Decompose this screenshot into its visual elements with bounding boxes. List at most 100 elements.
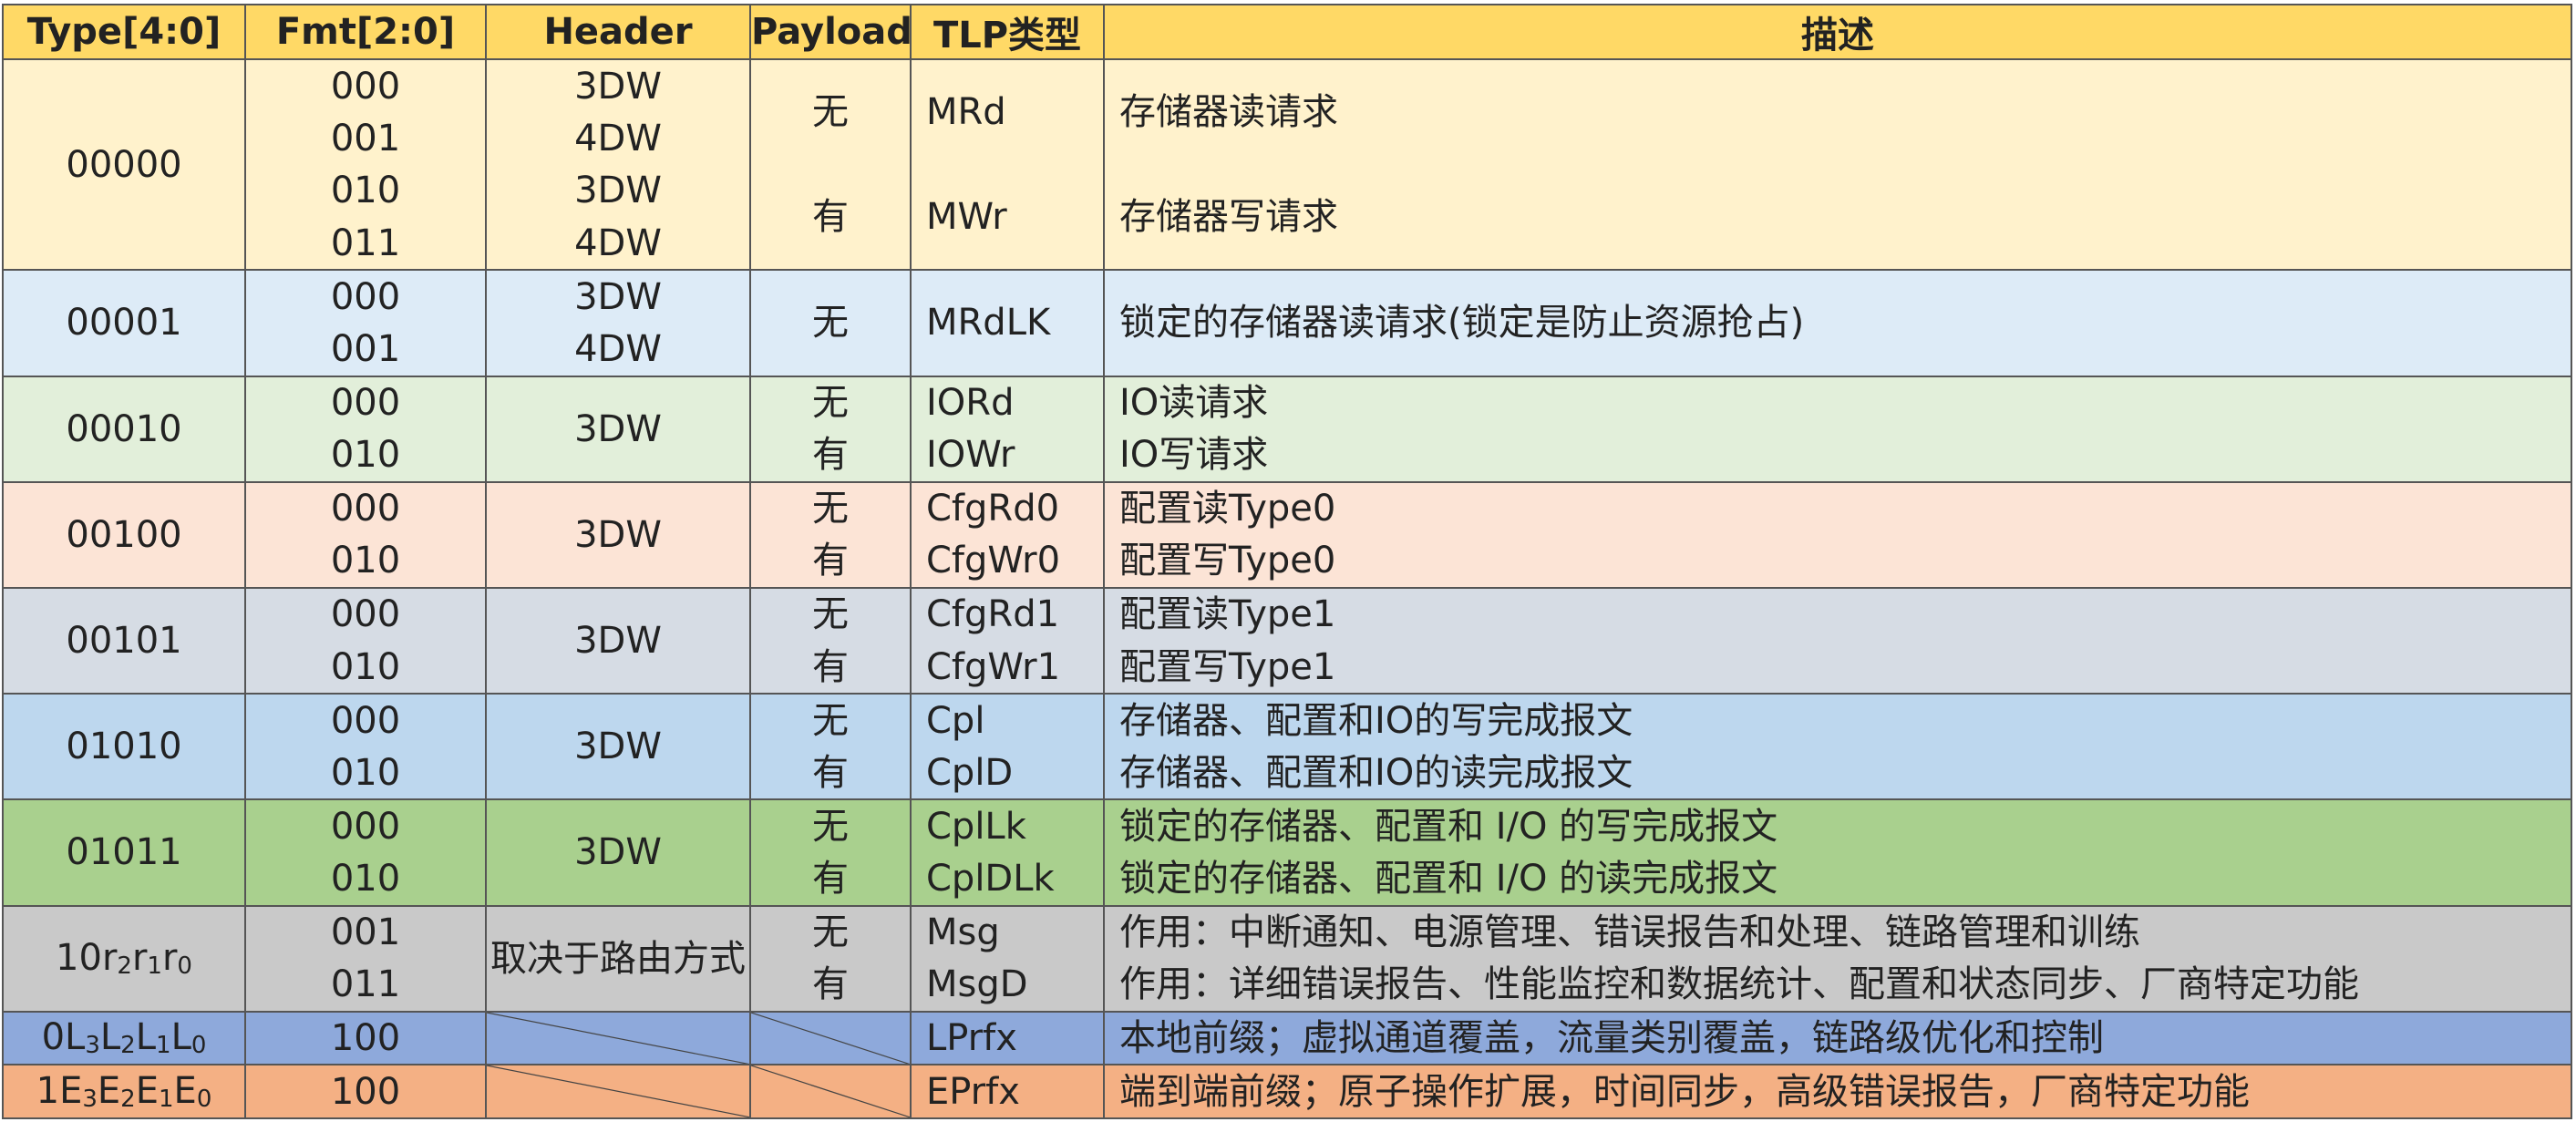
header-cell-stack: 3DW [488,590,748,692]
payload-cell-stack: 无 [752,272,909,374]
tlp-type-cell-line: MWr [926,196,1007,239]
header-cell-line: 3DW [574,65,662,108]
header-cell: 3DW [485,480,751,589]
table-row: 00000 000 001 010 011 3DW 4DW 3DW 4DW 无有 MRd MWr 存储器… [2,57,2572,272]
type-value: 00001 [66,302,182,345]
fmt-cell-line: 010 [330,170,401,212]
fmt-cell-line: 010 [330,645,401,688]
payload-cell-line: 无 [812,302,849,345]
type-cell: 1E3E2E1E0 [2,1064,246,1119]
fmt-cell-line: 000 [330,65,401,108]
payload-cell-stack: 无有 [752,61,909,268]
fmt-cell-stack: 000 010 [247,484,484,586]
tlp-type-cell-stack: MRdLK [926,272,1102,374]
description-cell-line: 配置写Type0 [1119,540,1336,582]
fmt-cell: 100 [244,1064,487,1119]
description-cell: 存储器、配置和IO的写完成报文 存储器、配置和IO的读完成报文 [1103,693,2572,801]
fmt-cell-stack: 000 010 [247,590,484,692]
header-cell-line: 3DW [574,275,662,318]
tlp-type-cell: MRd MWr [910,57,1105,272]
tlp-type-cell: IORd IOWr [910,375,1105,483]
type-value: 01011 [66,831,182,874]
payload-cell-diagonal [751,1065,910,1117]
table-row: 1E3E2E1E0 100 EPrfx 端到端前缀；原子操作扩展，时间同步，高级错误报… [2,1064,2572,1119]
type-cell: 00101 [2,586,246,695]
tlp-type-cell-line: IOWr [926,434,1015,477]
col-header-header: Header [485,4,751,60]
description-cell: 锁定的存储器、配置和 I/O 的写完成报文 锁定的存储器、配置和 I/O 的读完成… [1103,798,2572,907]
type-part: r [101,936,118,979]
header-cell-stack: 3DW [488,801,748,903]
header-cell: 3DW [485,375,751,483]
payload-cell-line: 有 [812,434,849,477]
description-cell: 作用：中断通知、电源管理、错误报告和处理、链路管理和训练 作用：详细错误报告、性能… [1103,904,2572,1013]
fmt-cell-line: 000 [330,699,401,742]
description-cell-line: 存储器读请求 [1119,91,1338,134]
description-cell-line: 端到端前缀；原子操作扩展，时间同步，高级错误报告，厂商特定功能 [1119,1070,2250,1113]
payload-cell: 无有 [749,586,912,695]
type-part: L [170,1015,191,1058]
payload-cell-line: 无 [812,805,849,848]
description-cell-stack: 作用：中断通知、电源管理、错误报告和处理、链路管理和训练 作用：详细错误报告、性能… [1119,908,2570,1010]
payload-cell-line: 有 [812,196,849,239]
tlp-type-cell-stack: MRd MWr [926,61,1102,268]
tlp-type-cell-line: CplDLk [926,857,1055,900]
fmt-cell-line: 100 [330,1070,401,1113]
type-cell: 00010 [2,375,246,483]
type-part: r [161,936,178,979]
description-cell-stack: 存储器、配置和IO的写完成报文 存储器、配置和IO的读完成报文 [1119,695,2570,798]
header-cell-stack: 3DW [488,695,748,798]
fmt-cell-line: 011 [330,221,401,264]
tlp-type-cell-line: CfgRd1 [926,593,1060,636]
type-part: L [65,1015,86,1058]
payload-cell-stack: 无有 [752,378,909,480]
header-cell: 取决于路由方式 [485,904,751,1013]
fmt-cell-line: 000 [330,805,401,848]
description-cell-stack: 锁定的存储器读请求(锁定是防止资源抢占) [1119,272,2570,374]
fmt-cell-stack: 000 001 [247,272,484,374]
tlp-type-cell-stack: Cpl CplD [926,695,1102,798]
col-header-type: Type[4:0] [2,4,246,60]
type-part-subscript: 2 [120,1085,136,1113]
tlp-type-cell: Msg MsgD [910,904,1105,1013]
col-header-description: 描述 [1103,4,2572,60]
fmt-cell-stack: 100 [247,1014,484,1064]
payload-cell-line: 有 [812,963,849,1006]
description-cell-line: 存储器写请求 [1119,196,1338,239]
payload-cell-stack: 无有 [752,801,909,903]
tlp-type-cell-line: IORd [926,382,1015,425]
header-cell-stack: 3DW [488,484,748,586]
type-part-subscript: 1 [159,1085,174,1113]
table-row: 00101 000 010 3DW 无有 CfgRd1 CfgWr1 配置读Type1 配置写T… [2,586,2572,695]
type-cell: 01010 [2,693,246,801]
col-header-payload: Payload [749,4,912,60]
fmt-cell-line: 000 [330,488,401,530]
fmt-cell: 000 001 010 011 [244,57,487,272]
tlp-type-cell-stack: EPrfx [926,1066,1102,1117]
tlp-type-cell-stack: CplLk CplDLk [926,801,1102,903]
header-cell: 3DW 4DW 3DW 4DW [485,57,751,272]
table-row: 0L3L2L1L0 100 LPrfx 本地前缀；虚拟通道覆盖，流量类别覆盖，链路级优… [2,1010,2572,1066]
header-cell-stack: 取决于路由方式 [488,908,748,1010]
fmt-cell-line: 000 [330,382,401,425]
header-cell-line: 3DW [574,513,662,556]
type-part-subscript: 0 [177,952,192,980]
description-cell-stack: 端到端前缀；原子操作扩展，时间同步，高级错误报告，厂商特定功能 [1119,1066,2570,1117]
tlp-type-cell: EPrfx [910,1064,1105,1119]
payload-cell-line: 无 [812,91,849,134]
header-cell-diagonal [487,1065,749,1117]
header-cell-line: 3DW [574,620,662,663]
tlp-type-cell: LPrfx [910,1010,1105,1066]
tlp-type-cell-line: CfgWr1 [926,645,1061,688]
type-part: 10 [56,936,102,979]
type-part: r [131,936,148,979]
tlp-type-cell: CfgRd0 CfgWr0 [910,480,1105,589]
payload-cell: 无有 [749,57,912,272]
type-part-subscript: 2 [117,952,132,980]
type-cell: 10r2r1r0 [2,904,246,1013]
payload-cell: 无有 [749,904,912,1013]
fmt-cell-line: 000 [330,275,401,318]
payload-cell-line: 无 [812,911,849,954]
header-cell [485,1064,751,1119]
header-cell-line: 3DW [574,831,662,874]
